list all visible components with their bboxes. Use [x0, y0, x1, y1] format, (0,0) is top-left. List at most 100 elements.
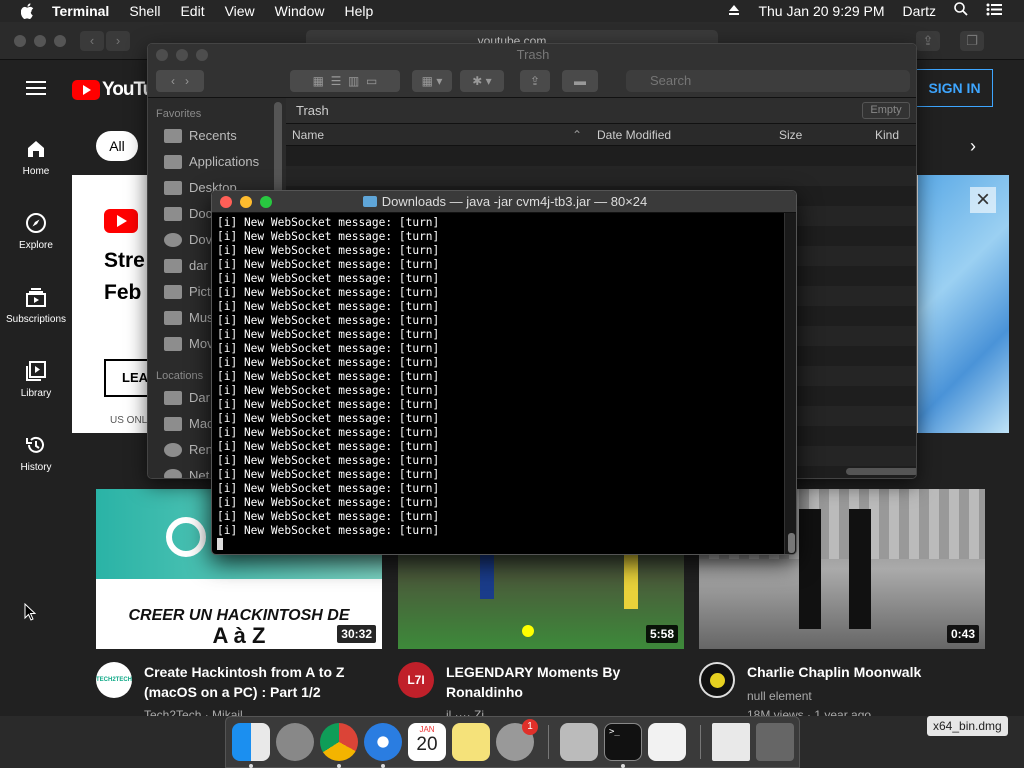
- browser-close-button[interactable]: [14, 35, 26, 47]
- share-icon[interactable]: ⇪: [916, 31, 940, 51]
- finder-path-bar: Trash Empty: [286, 98, 916, 124]
- sidebar-item-location[interactable]: Ren: [164, 442, 213, 457]
- running-indicator: [381, 764, 385, 768]
- sidebar-item-documents[interactable]: Doc: [164, 206, 212, 221]
- yt-nav-label: Subscriptions: [5, 314, 67, 325]
- channel-avatar[interactable]: L7I: [398, 662, 434, 698]
- yt-nav-explore[interactable]: Explore: [0, 212, 72, 251]
- share-icon[interactable]: ⇪: [520, 70, 550, 92]
- banner-close-icon[interactable]: ×: [970, 187, 996, 213]
- system-preferences-icon[interactable]: 1: [496, 719, 538, 761]
- sidebar-item-pictures[interactable]: Pict: [164, 284, 211, 299]
- sidebar-item-recents[interactable]: Recents: [164, 128, 237, 143]
- menubar-user[interactable]: Dartz: [894, 0, 945, 22]
- disk-icon: [164, 390, 182, 405]
- browser-zoom-button[interactable]: [54, 35, 66, 47]
- column-header-size[interactable]: Size: [779, 128, 802, 142]
- safari-icon[interactable]: [364, 723, 402, 761]
- horizontal-scrollbar[interactable]: [846, 468, 916, 475]
- sidebar-item-applications[interactable]: Applications: [164, 154, 259, 169]
- menubar-clock[interactable]: Thu Jan 20 9:29 PM: [749, 0, 893, 22]
- terminal-window: Downloads — java -jar cvm4j-tb3.jar — 80…: [211, 190, 797, 555]
- finder-search-input[interactable]: [626, 70, 910, 92]
- channel-avatar[interactable]: [699, 662, 735, 698]
- disk-utility-icon[interactable]: [560, 723, 598, 761]
- trash-icon[interactable]: [756, 723, 794, 761]
- sign-in-button[interactable]: SIGN IN: [916, 69, 993, 107]
- column-header-date-modified[interactable]: Date Modified: [597, 128, 671, 142]
- sort-chevron-icon[interactable]: ⌃: [572, 128, 582, 142]
- browser-forward-button[interactable]: ›: [106, 31, 130, 51]
- menu-window[interactable]: Window: [265, 0, 335, 22]
- sidebar-item-location[interactable]: Dar: [164, 390, 210, 405]
- notification-center-icon[interactable]: [977, 0, 1024, 22]
- yt-nav-history[interactable]: History: [0, 434, 72, 473]
- disk-icon: [164, 416, 182, 431]
- terminal-line: [i] New WebSocket message: [turn]: [217, 468, 440, 481]
- sidebar-item-label: Recents: [189, 128, 237, 143]
- terminal-scrollbar[interactable]: [784, 213, 796, 554]
- file-document-icon[interactable]: [712, 723, 750, 761]
- sidebar-item-movies[interactable]: Mov: [164, 336, 214, 351]
- eject-icon[interactable]: [719, 0, 749, 22]
- launchpad-icon[interactable]: [276, 723, 314, 761]
- banner-headline-2: Feb: [104, 281, 142, 304]
- banner-headline-1: Stre: [104, 249, 145, 272]
- yt-nav-home[interactable]: Home: [0, 138, 72, 177]
- notes-icon[interactable]: [452, 723, 490, 761]
- notification-badge: 1: [522, 719, 538, 735]
- history-icon: [26, 436, 44, 453]
- finder-icon[interactable]: [232, 723, 270, 761]
- group-icon[interactable]: ▦ ▾: [412, 70, 452, 92]
- column-header-name[interactable]: Name: [292, 128, 324, 142]
- view-mode-switcher[interactable]: ▦ ☰ ▥ ▭: [290, 70, 400, 92]
- chips-next-icon[interactable]: ›: [970, 136, 976, 157]
- video-title[interactable]: Charlie Chaplin Moonwalk: [747, 662, 921, 682]
- video-stats: 18M views · 1 year ago: [747, 708, 872, 716]
- sidebar-item-home[interactable]: dar: [164, 258, 208, 273]
- chrome-icon[interactable]: [320, 723, 358, 761]
- subscriptions-icon: [26, 288, 46, 307]
- terminal-output[interactable]: [i] New WebSocket message: [turn] [i] New…: [217, 216, 777, 552]
- terminal-icon[interactable]: >_: [604, 723, 642, 761]
- tags-icon[interactable]: ▬: [562, 70, 598, 92]
- tabs-overview-icon[interactable]: ❐: [960, 31, 984, 51]
- sidebar-item-music[interactable]: Mus: [164, 310, 214, 325]
- terminal-line: [i] New WebSocket message: [turn]: [217, 356, 440, 369]
- home-icon: [28, 141, 44, 157]
- menu-view[interactable]: View: [215, 0, 265, 22]
- hamburger-menu-icon[interactable]: [26, 80, 46, 101]
- textedit-icon[interactable]: [648, 723, 686, 761]
- chip-all[interactable]: All: [96, 131, 138, 161]
- yt-nav-library[interactable]: Library: [0, 360, 72, 399]
- channel-avatar[interactable]: TECH2TECH: [96, 662, 132, 698]
- sidebar-item-downloads[interactable]: Dov: [164, 232, 212, 247]
- empty-trash-button[interactable]: Empty: [862, 102, 910, 119]
- finder-location-title: Trash: [296, 103, 329, 118]
- menu-shell[interactable]: Shell: [119, 0, 170, 22]
- sidebar-item-network[interactable]: Net: [164, 468, 209, 478]
- column-header-kind[interactable]: Kind: [875, 128, 899, 142]
- video-title[interactable]: Create Hackintosh from A to Z (macOS on …: [144, 662, 344, 702]
- yt-nav-label: Home: [22, 166, 50, 177]
- sidebar-item-label: Mac: [189, 416, 214, 431]
- camera-icon: [164, 284, 182, 299]
- action-gear-icon[interactable]: ✱ ▾: [460, 70, 504, 92]
- calendar-icon[interactable]: JAN 20: [408, 723, 446, 761]
- terminal-scrollbar-thumb[interactable]: [788, 533, 795, 553]
- browser-minimize-button[interactable]: [34, 35, 46, 47]
- spotlight-search-icon[interactable]: [945, 0, 977, 22]
- yt-nav-subscriptions[interactable]: Subscriptions: [0, 286, 72, 325]
- apple-icon[interactable]: [18, 0, 38, 22]
- sidebar-item-location[interactable]: Mac: [164, 416, 214, 431]
- video-channel[interactable]: il ···· Zi: [446, 708, 484, 716]
- finder-back-forward[interactable]: ‹ ›: [156, 70, 204, 92]
- cd-icon: [164, 442, 182, 457]
- menu-help[interactable]: Help: [334, 0, 383, 22]
- video-channel[interactable]: Tech2Tech · Mikail: [144, 708, 243, 716]
- menu-app-name[interactable]: Terminal: [38, 0, 119, 22]
- menu-edit[interactable]: Edit: [170, 0, 214, 22]
- browser-back-button[interactable]: ‹: [80, 31, 104, 51]
- video-title[interactable]: LEGENDARY Moments By Ronaldinho: [446, 662, 620, 702]
- video-channel[interactable]: null element: [747, 689, 812, 703]
